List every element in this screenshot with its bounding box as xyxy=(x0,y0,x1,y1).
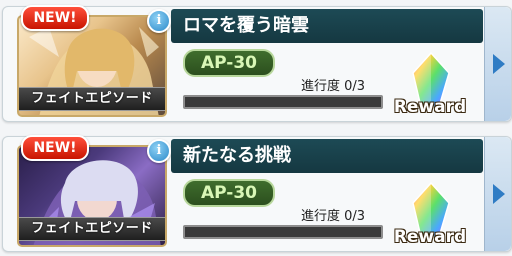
quest-card-2[interactable]: フェイトエピソード NEW! i 新たなる挑戦 AP-30 進行度 0/3 Re… xyxy=(2,135,512,252)
reward-button[interactable]: Reward xyxy=(391,177,469,249)
progress-label: 進行度 0/3 xyxy=(301,79,366,94)
chevron-right-icon xyxy=(493,184,505,204)
title-bar: 新たなる挑戦 xyxy=(171,139,483,173)
info-icon[interactable]: i xyxy=(147,9,171,33)
ap-cost-badge: AP-30 xyxy=(183,49,275,77)
quest-title: ロマを覆う暗雲 xyxy=(183,15,309,36)
quest-card-1[interactable]: フェイトエピソード NEW! i ロマを覆う暗雲 AP-30 進行度 0/3 R… xyxy=(2,5,512,122)
progress-bar xyxy=(183,225,383,239)
reward-button[interactable]: Reward xyxy=(391,47,469,119)
chevron-right-icon xyxy=(493,54,505,74)
new-badge: NEW! xyxy=(21,5,89,31)
info-icon[interactable]: i xyxy=(147,139,171,163)
fate-episode-label: フェイトエピソード xyxy=(19,87,165,111)
ap-cost-badge: AP-30 xyxy=(183,179,275,207)
progress-bar xyxy=(183,95,383,109)
progress-label: 進行度 0/3 xyxy=(301,209,366,224)
card-arrow-button[interactable] xyxy=(484,137,511,251)
reward-label: Reward xyxy=(393,227,467,247)
fate-episode-label: フェイトエピソード xyxy=(19,217,165,241)
quest-title: 新たなる挑戦 xyxy=(183,145,291,166)
title-bar: ロマを覆う暗雲 xyxy=(171,9,483,43)
card-arrow-button[interactable] xyxy=(484,7,511,121)
reward-label: Reward xyxy=(393,97,467,117)
new-badge: NEW! xyxy=(21,135,89,161)
